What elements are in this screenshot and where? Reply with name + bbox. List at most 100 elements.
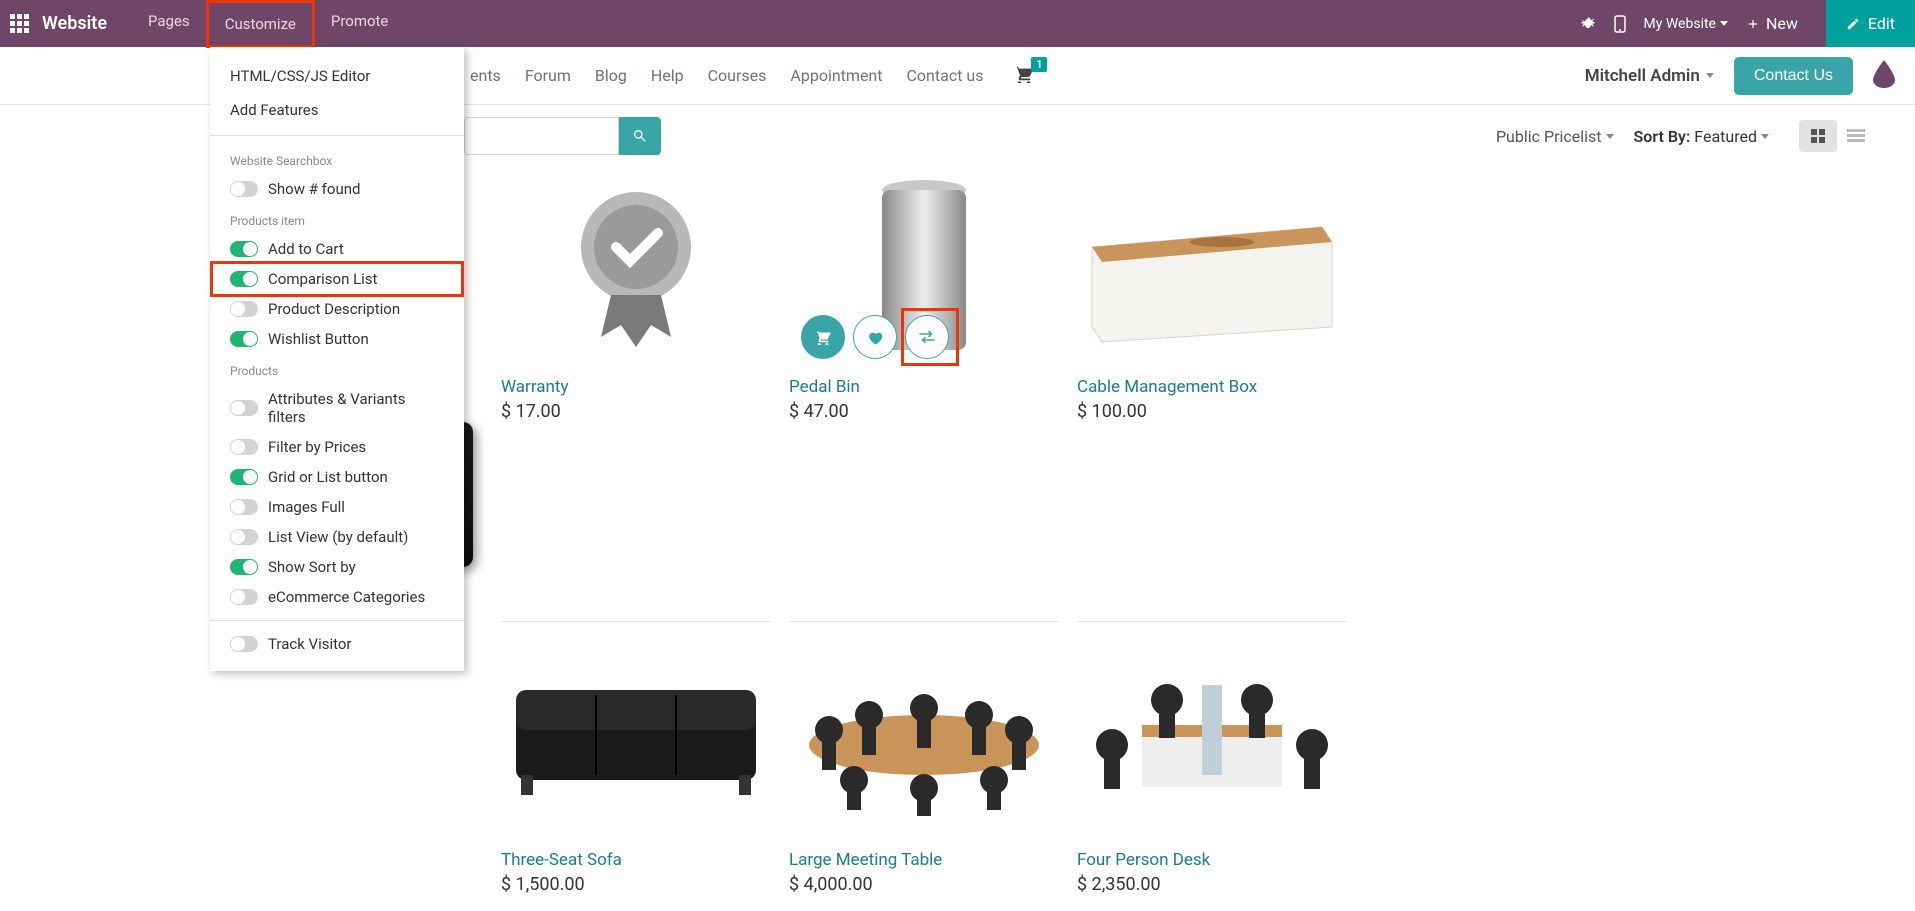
section-searchbox-label: Website Searchbox xyxy=(210,144,464,174)
product-price: $ 2,350.00 xyxy=(1077,874,1347,895)
product-image xyxy=(789,640,1059,840)
add-to-cart-action[interactable] xyxy=(801,315,845,359)
customize-panel: HTML/CSS/JS Editor Add Features Website … xyxy=(210,47,464,671)
product-image xyxy=(1077,167,1347,367)
logo-drop-icon xyxy=(1873,60,1895,92)
toggle-icon xyxy=(230,439,258,455)
grid-view-button[interactable] xyxy=(1799,120,1837,152)
toggle-add-to-cart[interactable]: Add to Cart xyxy=(210,234,464,264)
nav-customize[interactable]: Customize xyxy=(206,0,315,48)
product-price: $ 47.00 xyxy=(789,401,1059,422)
edit-button[interactable]: Edit xyxy=(1826,0,1915,47)
toggle-icon xyxy=(230,636,258,652)
mobile-icon[interactable] xyxy=(1614,15,1626,33)
toggle-icon xyxy=(230,469,258,485)
toggle-icon xyxy=(230,589,258,605)
product-price: $ 4,000.00 xyxy=(789,874,1059,895)
compare-highlight-box xyxy=(901,308,959,366)
search-button[interactable] xyxy=(619,117,661,155)
menu-contact-us[interactable]: Contact us xyxy=(907,66,984,85)
toggle-show-sort[interactable]: Show Sort by xyxy=(210,552,464,582)
cart-badge: 1 xyxy=(1031,57,1047,72)
section-products-label: Products xyxy=(210,354,464,384)
bug-icon[interactable] xyxy=(1580,16,1596,32)
toggle-product-description[interactable]: Product Description xyxy=(210,294,464,324)
caret-down-icon xyxy=(1720,21,1728,26)
menu-blog[interactable]: Blog xyxy=(595,66,627,85)
product-card[interactable]: Warranty $ 17.00 xyxy=(501,167,771,622)
product-image xyxy=(501,640,771,840)
section-products-item-label: Products item xyxy=(210,204,464,234)
product-image xyxy=(1077,640,1347,840)
menu-appointment[interactable]: Appointment xyxy=(790,66,882,85)
product-card[interactable]: Four Person Desk $ 2,350.00 xyxy=(1077,640,1347,895)
menu-html-editor[interactable]: HTML/CSS/JS Editor xyxy=(210,59,464,93)
caret-down-icon xyxy=(1706,73,1714,78)
toggle-ecom-cats[interactable]: eCommerce Categories xyxy=(210,582,464,612)
product-card[interactable]: Cable Management Box $ 100.00 xyxy=(1077,167,1347,622)
product-title: Cable Management Box xyxy=(1077,377,1347,397)
toggle-icon xyxy=(230,499,258,515)
toggle-icon xyxy=(230,559,258,575)
caret-down-icon xyxy=(1761,134,1769,139)
navbar-top: Website Pages Customize Promote My Websi… xyxy=(0,0,1915,47)
apps-icon[interactable] xyxy=(10,14,30,34)
product-title: Four Person Desk xyxy=(1077,850,1347,870)
product-price: $ 1,500.00 xyxy=(501,874,771,895)
menu-ents[interactable]: ents xyxy=(470,66,501,85)
toggle-list-view-default[interactable]: List View (by default) xyxy=(210,522,464,552)
toggle-filter-prices[interactable]: Filter by Prices xyxy=(210,432,464,462)
menu-forum[interactable]: Forum xyxy=(525,66,571,85)
new-label: New xyxy=(1766,14,1798,33)
nav-pages[interactable]: Pages xyxy=(132,0,206,48)
product-card[interactable]: Pedal Bin $ 47.00 xyxy=(789,167,1059,622)
search-group xyxy=(464,117,661,155)
sort-label: Sort By: xyxy=(1634,127,1691,146)
sort-value: Featured xyxy=(1694,127,1757,146)
product-card[interactable]: Large Meeting Table $ 4,000.00 xyxy=(789,640,1059,895)
toggle-wishlist-button[interactable]: Wishlist Button xyxy=(210,324,464,354)
my-website-dropdown[interactable]: My Website xyxy=(1644,16,1728,32)
toggle-comparison-list[interactable]: Comparison List xyxy=(210,261,464,297)
pricelist-dropdown[interactable]: Public Pricelist xyxy=(1496,127,1614,146)
wishlist-action[interactable] xyxy=(853,315,897,359)
product-title: Large Meeting Table xyxy=(789,850,1059,870)
toggle-attr-filters[interactable]: Attributes & Variants filters xyxy=(210,384,464,432)
menu-courses[interactable]: Courses xyxy=(708,66,767,85)
my-website-label: My Website xyxy=(1644,16,1716,32)
menu-add-features[interactable]: Add Features xyxy=(210,93,464,127)
toggle-icon xyxy=(230,529,258,545)
search-input[interactable] xyxy=(464,117,619,155)
toggle-icon xyxy=(230,331,258,347)
contact-us-button[interactable]: Contact Us xyxy=(1734,57,1853,95)
brand[interactable]: Website xyxy=(42,13,107,34)
toggle-icon xyxy=(230,241,258,257)
new-button[interactable]: New xyxy=(1746,14,1798,33)
product-title: Warranty xyxy=(501,377,771,397)
nav-promote[interactable]: Promote xyxy=(315,0,405,48)
product-title: Three-Seat Sofa xyxy=(501,850,771,870)
toggle-icon xyxy=(230,271,258,287)
toggle-icon xyxy=(230,181,258,197)
view-toggle xyxy=(1799,120,1875,152)
toggle-icon xyxy=(230,400,258,416)
nav-right: My Website New Edit xyxy=(1580,0,1905,47)
product-price: $ 17.00 xyxy=(501,401,771,422)
menu-help[interactable]: Help xyxy=(651,66,684,85)
toggle-show-found[interactable]: Show # found xyxy=(210,174,464,204)
product-card[interactable]: Three-Seat Sofa $ 1,500.00 xyxy=(501,640,771,895)
list-view-button[interactable] xyxy=(1837,120,1875,152)
edit-label: Edit xyxy=(1868,14,1895,33)
product-title: Pedal Bin xyxy=(789,377,1059,397)
toggle-grid-list[interactable]: Grid or List button xyxy=(210,462,464,492)
nav-left: Pages Customize Promote xyxy=(132,0,404,48)
product-price: $ 100.00 xyxy=(1077,401,1347,422)
toggle-track-visitor[interactable]: Track Visitor xyxy=(210,629,464,659)
product-image xyxy=(501,167,771,367)
pricelist-label: Public Pricelist xyxy=(1496,127,1602,146)
toggle-icon xyxy=(230,301,258,317)
sortby-dropdown[interactable]: Sort By: Featured xyxy=(1634,127,1769,146)
toggle-images-full[interactable]: Images Full xyxy=(210,492,464,522)
cart-button[interactable]: 1 xyxy=(1013,65,1035,87)
user-dropdown[interactable]: Mitchell Admin xyxy=(1585,66,1714,86)
